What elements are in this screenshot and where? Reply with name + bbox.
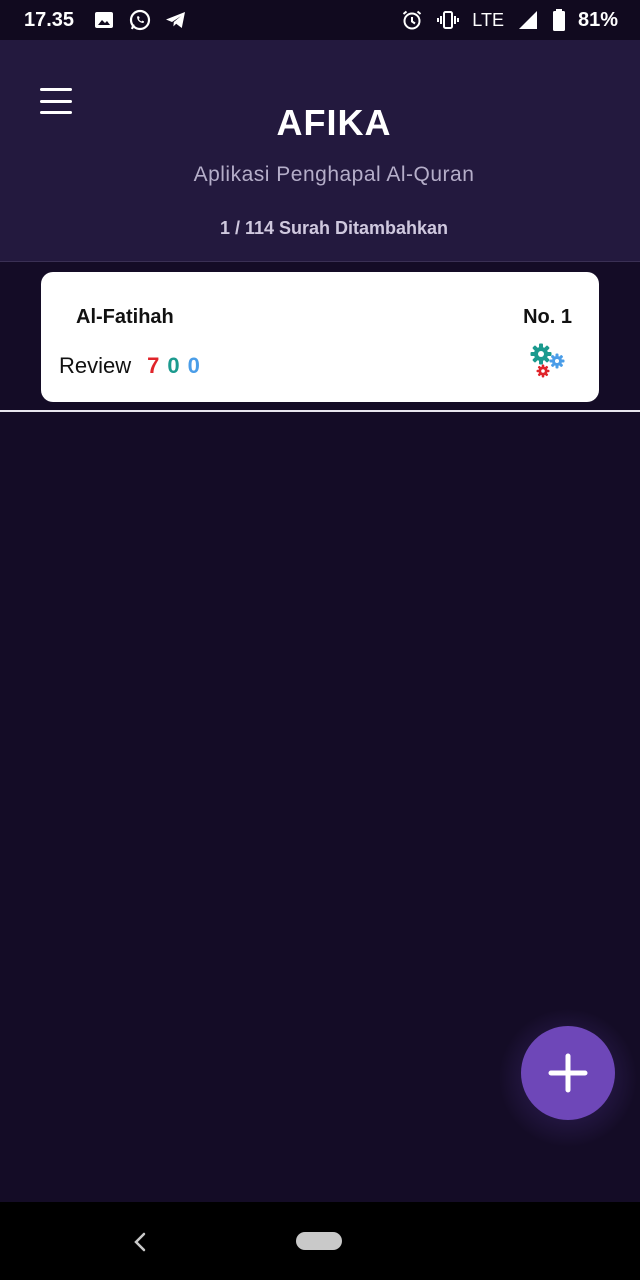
- network-type: LTE: [472, 9, 504, 30]
- review-count-teal: 0: [167, 353, 180, 378]
- gears-icon[interactable]: [529, 342, 567, 380]
- review-count-red: 7: [147, 353, 160, 378]
- telegram-icon: [164, 8, 188, 32]
- battery-percent: 81%: [577, 8, 618, 31]
- surah-name: Al-Fatihah: [76, 306, 174, 328]
- app-header: AFIKA Aplikasi Penghapal Al-Quran 1 / 11…: [0, 40, 640, 262]
- status-bar-left: 17.35: [24, 8, 188, 32]
- battery-icon: [552, 8, 566, 32]
- add-surah-button[interactable]: [521, 1026, 615, 1120]
- status-bar: 17.35 LTE 81%: [0, 0, 640, 40]
- whatsapp-icon: [128, 8, 152, 32]
- review-row: Review 7 0 0: [59, 353, 208, 379]
- status-bar-right: LTE 81%: [400, 8, 618, 32]
- signal-icon: [516, 8, 540, 32]
- home-pill[interactable]: [296, 1232, 342, 1250]
- surah-count: 1 / 114 Surah Ditambahkan: [219, 218, 449, 238]
- menu-line: [40, 88, 72, 91]
- system-nav-bar: [0, 1202, 640, 1280]
- image-icon: [92, 8, 116, 32]
- back-icon[interactable]: [128, 1228, 152, 1256]
- surah-card[interactable]: Al-Fatihah No. 1 Review 7 0 0: [41, 272, 599, 402]
- review-count-blue: 0: [187, 353, 200, 378]
- surah-number: No. 1: [523, 306, 572, 328]
- alarm-icon: [400, 8, 424, 32]
- status-time: 17.35: [24, 8, 75, 31]
- review-label: Review: [59, 353, 132, 378]
- vibrate-icon: [436, 8, 460, 32]
- list-divider: [0, 410, 640, 412]
- app-subtitle: Aplikasi Penghapal Al-Quran: [193, 163, 475, 186]
- plus-icon: [548, 1053, 588, 1093]
- app-title: AFIKA: [276, 102, 392, 143]
